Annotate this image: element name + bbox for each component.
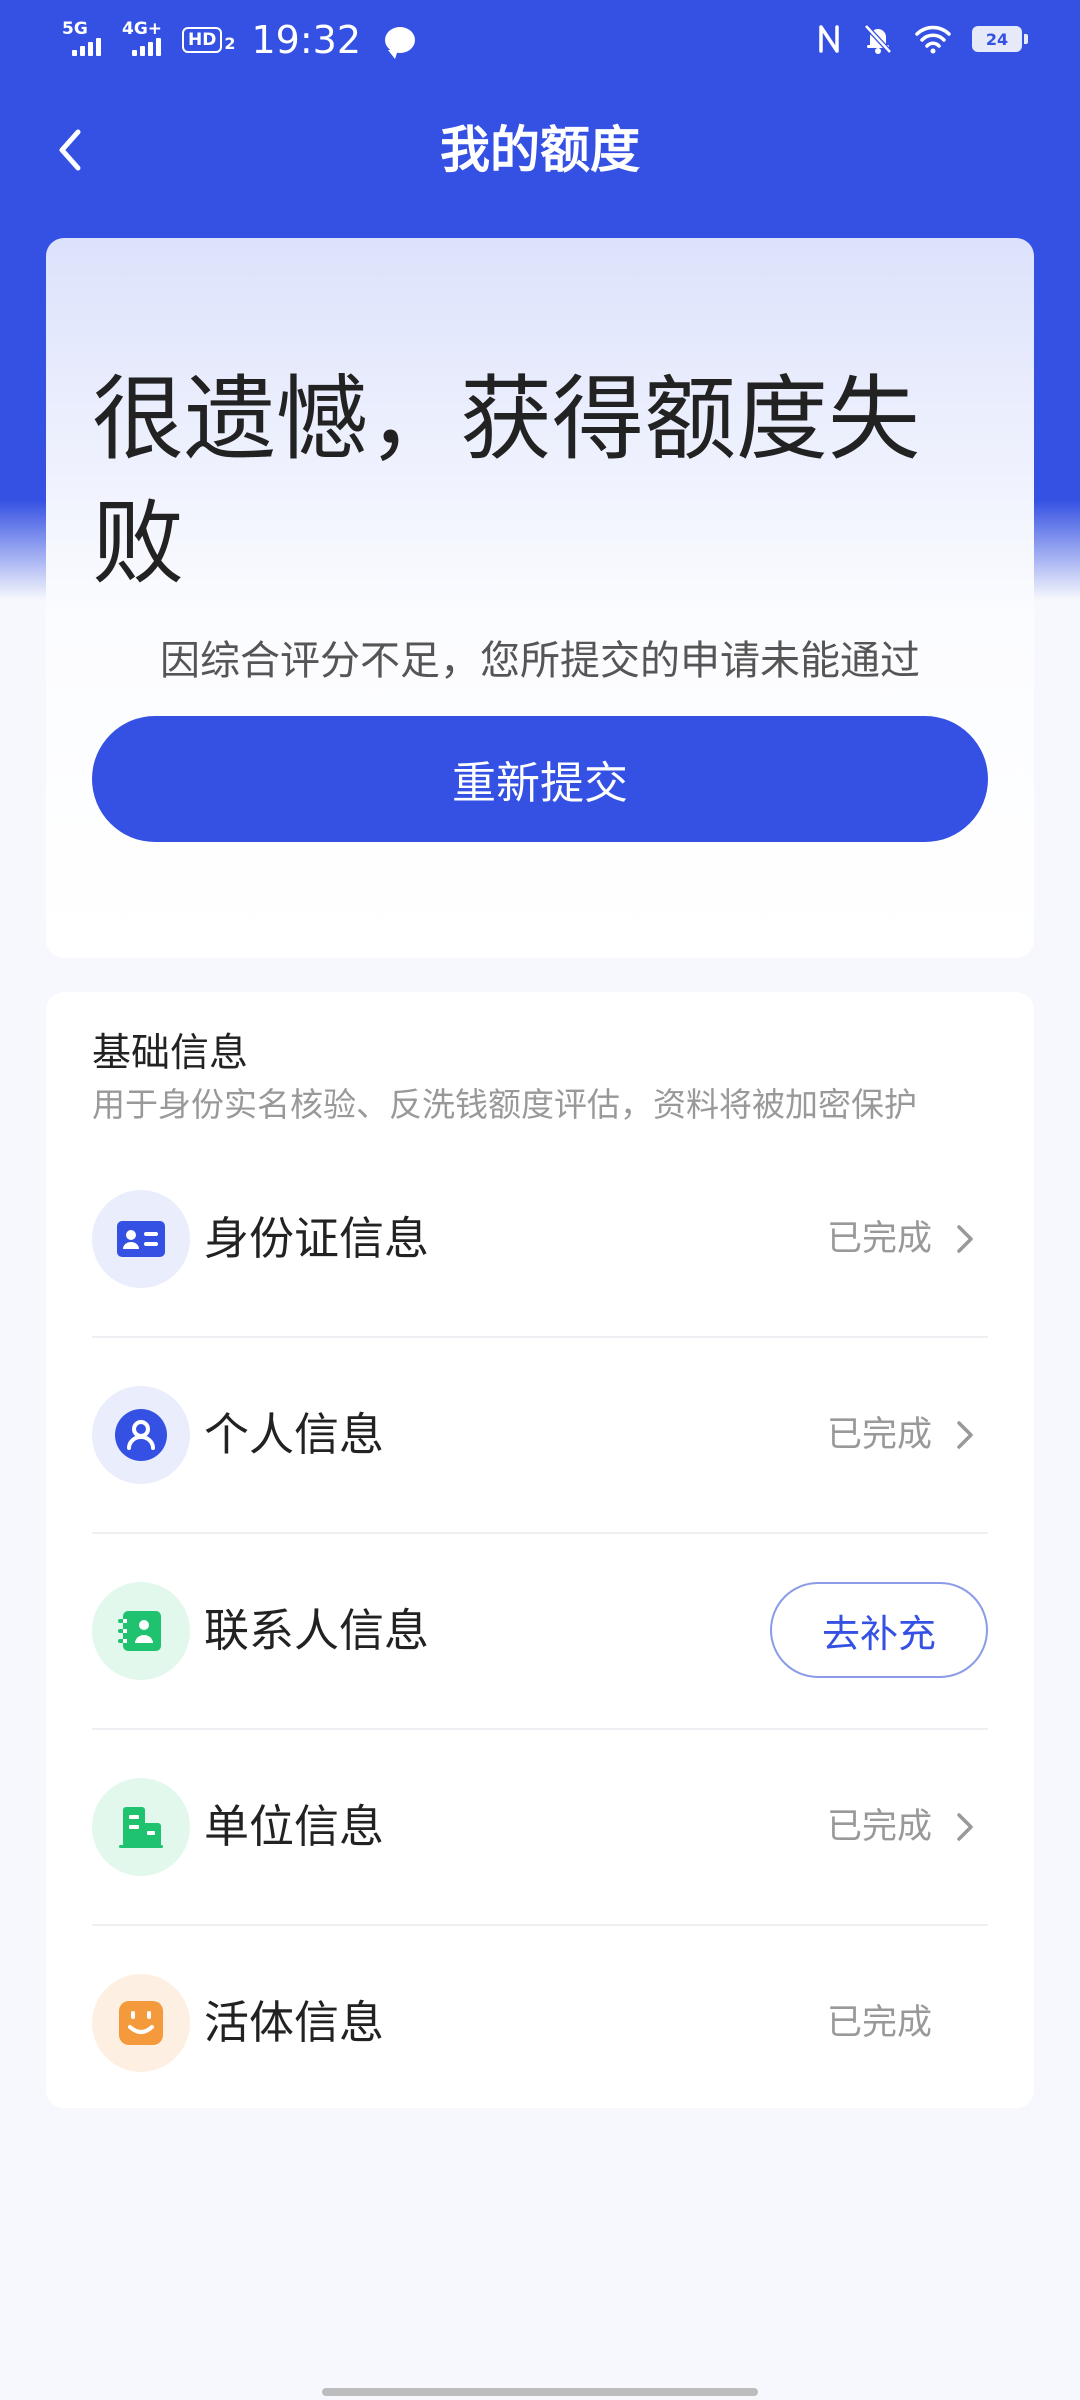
- info-row-label: 身份证信息: [204, 1212, 430, 1265]
- hd-voice-icon: HD 2: [182, 27, 235, 53]
- wifi-icon: [915, 25, 951, 54]
- page-title: 我的额度: [440, 121, 640, 179]
- info-list: 身份证信息 已完成 个人信息 已完成 联系人信息 去补充 单位信息 已完成 活体…: [92, 1142, 988, 2120]
- info-row-label: 联系人信息: [204, 1604, 430, 1657]
- status-time: 19:32: [251, 18, 361, 62]
- status-bar-left: 5G 4G+ HD 2 19:32: [62, 18, 415, 62]
- chat-notification-icon: [385, 27, 415, 59]
- chevron-right-icon: [957, 1421, 973, 1449]
- home-indicator[interactable]: [322, 2388, 758, 2396]
- face-icon: [92, 1974, 190, 2072]
- info-row-employer[interactable]: 单位信息 已完成: [92, 1728, 988, 1924]
- nav-bar: 我的额度: [0, 100, 1080, 200]
- basic-info-card: 基础信息 用于身份实名核验、反洗钱额度评估，资料将被加密保护 身份证信息 已完成: [46, 992, 1034, 2108]
- info-row-status: 已完成: [826, 1415, 932, 1455]
- result-description: 因综合评分不足，您所提交的申请未能通过: [160, 638, 920, 684]
- info-row-status: 已完成: [826, 2003, 932, 2043]
- signal-4g-icon: 4G+: [122, 20, 168, 60]
- nfc-icon: [819, 25, 839, 53]
- result-title: 很遗憾，获得额度失败: [92, 366, 921, 597]
- contact-icon: [92, 1582, 190, 1680]
- info-row-status: 已完成: [826, 1219, 932, 1259]
- mute-bell-icon: [864, 24, 892, 54]
- info-row-status: 已完成: [826, 1807, 932, 1847]
- status-bar-right: 24: [816, 22, 1028, 56]
- info-row-personal[interactable]: 个人信息 已完成: [92, 1336, 988, 1532]
- info-row-id-card[interactable]: 身份证信息 已完成: [92, 1142, 988, 1336]
- id-card-icon: [92, 1190, 190, 1288]
- chevron-right-icon: [957, 1225, 973, 1253]
- signal-5g-icon: 5G: [62, 20, 108, 60]
- resubmit-button[interactable]: 重新提交: [92, 716, 988, 842]
- section-title: 基础信息: [92, 1031, 249, 1076]
- section-subtitle: 用于身份实名核验、反洗钱额度评估，资料将被加密保护: [92, 1085, 917, 1124]
- info-row-contacts[interactable]: 联系人信息 去补充: [92, 1532, 988, 1728]
- status-bar: 5G 4G+ HD 2 19:32 24: [0, 0, 1080, 84]
- info-row-label: 活体信息: [204, 1996, 385, 2049]
- supplement-button[interactable]: 去补充: [770, 1582, 988, 1678]
- chevron-right-icon: [957, 1813, 973, 1841]
- info-row-liveness[interactable]: 活体信息 已完成: [92, 1924, 988, 2120]
- person-icon: [92, 1386, 190, 1484]
- info-row-label: 单位信息: [204, 1800, 385, 1853]
- result-card: 很遗憾，获得额度失败 因综合评分不足，您所提交的申请未能通过 重新提交: [46, 238, 1034, 958]
- battery-icon: 24: [972, 26, 1028, 52]
- info-row-label: 个人信息: [204, 1408, 385, 1461]
- building-icon: [92, 1778, 190, 1876]
